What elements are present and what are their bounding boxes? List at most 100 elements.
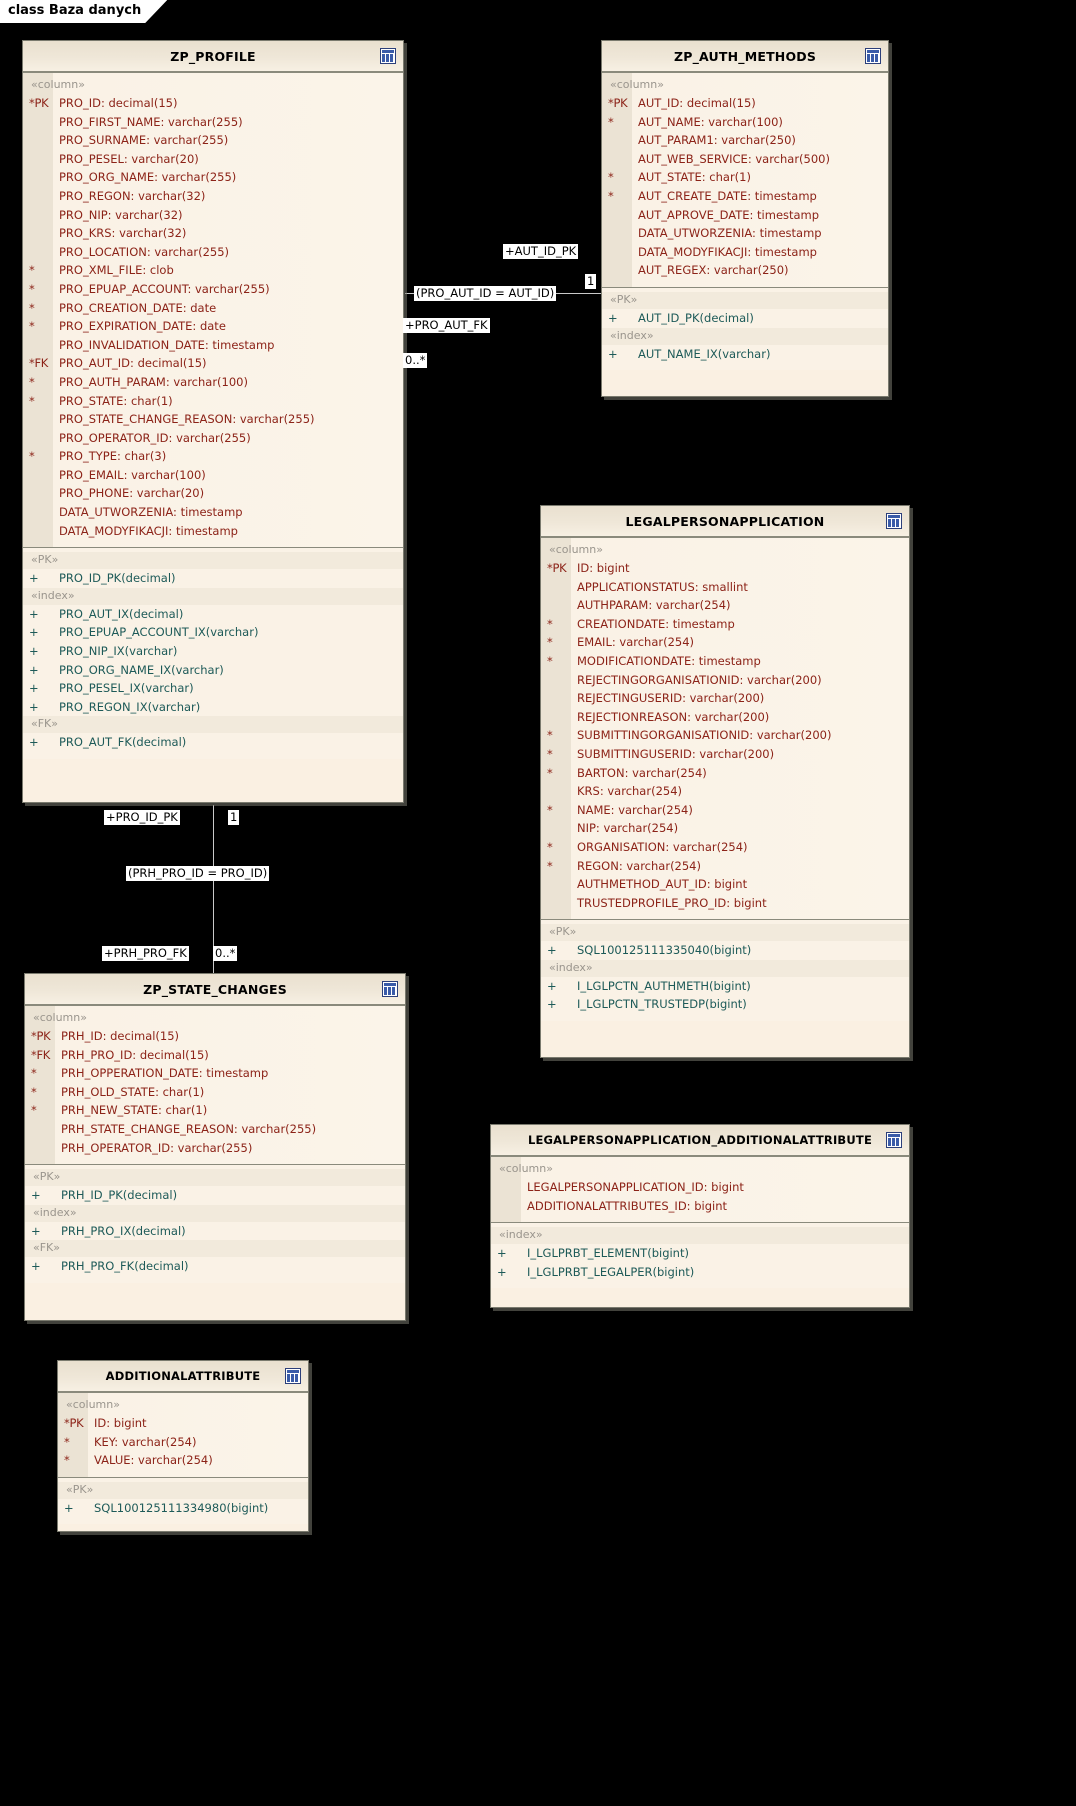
column-row: PRO_OPERATOR_ID: varchar(255): [59, 430, 251, 445]
class-box-zp-auth-methods[interactable]: ZP_AUTH_METHODS «column» *PK AUT_ID: deci…: [601, 40, 889, 397]
column-row: PRO_SURNAME: varchar(255): [59, 133, 229, 148]
feature-row: + AUT_ID_PK(decimal): [608, 310, 754, 325]
compartment-keys-zp-profile: «PK» + PRO_ID_PK(decimal) «index» + PRO_AU…: [23, 547, 403, 759]
feature-row: + PRO_PESEL_IX(varchar): [29, 681, 194, 696]
stereotype-pk: «PK»: [602, 291, 888, 309]
column-row: PRO_LOCATION: varchar(255): [59, 244, 230, 259]
table-icon: [285, 1368, 301, 1384]
connector-label-pro-aut-condition: (PRO_AUT_ID = AUT_ID): [414, 286, 557, 301]
table-icon: [865, 48, 881, 64]
column-row: * VALUE: varchar(254): [64, 1453, 213, 1468]
feature-row: + PRO_ORG_NAME_IX(varchar): [29, 662, 224, 677]
stereotype-index: «index»: [25, 1204, 405, 1222]
connector-label-prh-pro-fk: +PRH_PRO_FK: [102, 946, 189, 961]
class-title-bar-zp-profile: ZP_PROFILE: [23, 41, 403, 72]
column-row: PRO_ORG_NAME: varchar(255): [59, 170, 237, 185]
column-row: PRO_INVALIDATION_DATE: timestamp: [59, 337, 275, 352]
class-title-bar-legalpersonapplication: LEGALPERSONAPPLICATION: [541, 506, 909, 537]
column-row: DATA_MODYFIKACJI: timestamp: [638, 244, 817, 259]
feature-row: + PRO_EPUAP_ACCOUNT_IX(varchar): [29, 625, 259, 640]
column-row: * PRO_XML_FILE: clob: [29, 263, 174, 278]
column-row: DATA_UTWORZENIA: timestamp: [638, 226, 822, 241]
stereotype-column: «column»: [549, 543, 603, 556]
class-box-zp-state-changes[interactable]: ZP_STATE_CHANGES «column» *PK PRH_ID: dec…: [24, 973, 406, 1321]
connector-label-aut-multiplicity: 1: [585, 274, 597, 289]
table-icon: [886, 1132, 902, 1148]
class-box-zp-profile[interactable]: ZP_PROFILE «column» *PK PRO_ID: decimal(1…: [22, 40, 404, 803]
compartment-keys-legalpersonapplication: «PK» + SQL100125111335040(bigint) «index»…: [541, 919, 909, 1022]
class-title-bar-zp-state-changes: ZP_STATE_CHANGES: [25, 974, 405, 1005]
column-row: * PRO_CREATION_DATE: date: [29, 300, 217, 315]
compartment-columns-legalpersonapplication: «column» *PK ID: bigint APPLICATIONSTATUS…: [541, 537, 909, 920]
column-row: * BARTON: varchar(254): [547, 765, 707, 780]
column-row: ADDITIONALATTRIBUTES_ID: bigint: [527, 1198, 727, 1213]
column-row: * PRH_NEW_STATE: char(1): [31, 1103, 208, 1118]
class-box-lpa-additionalattribute[interactable]: LEGALPERSONAPPLICATION_ADDITIONALATTRIBU…: [490, 1124, 910, 1308]
stereotype-column: «column»: [31, 78, 85, 91]
column-row: DATA_UTWORZENIA: timestamp: [59, 505, 243, 520]
column-row: * MODIFICATIONDATE: timestamp: [547, 653, 761, 668]
column-row: * EMAIL: varchar(254): [547, 635, 695, 650]
connector-label-pro-multiplicity: 1: [228, 810, 240, 825]
feature-row: + PRO_AUT_IX(decimal): [29, 606, 184, 621]
column-row: *PK AUT_ID: decimal(15): [608, 96, 756, 110]
column-row: * PRO_EPUAP_ACCOUNT: varchar(255): [29, 281, 270, 296]
feature-row: + I_LGLPRBT_LEGALPER(bigint): [497, 1264, 695, 1279]
column-row: * PRH_OLD_STATE: char(1): [31, 1084, 205, 1099]
column-row: DATA_MODYFIKACJI: timestamp: [59, 523, 238, 538]
column-row: * AUT_STATE: char(1): [608, 170, 751, 185]
column-row: AUT_PARAM1: varchar(250): [638, 133, 796, 148]
connector-label-pro-aut-multiplicity: 0..*: [403, 353, 428, 368]
column-row: * PRO_TYPE: char(3): [29, 449, 167, 464]
connector-label-aut-id-pk: +AUT_ID_PK: [503, 244, 579, 259]
feature-row: + SQL100125111335040(bigint): [547, 943, 752, 958]
column-row: * ORGANISATION: varchar(254): [547, 839, 748, 854]
column-row: PRH_OPERATOR_ID: varchar(255): [61, 1140, 253, 1155]
column-row: AUT_REGEX: varchar(250): [638, 263, 789, 278]
column-row: * CREATIONDATE: timestamp: [547, 616, 735, 631]
connector-label-prh-multiplicity: 0..*: [213, 946, 238, 961]
compartment-columns-zp-state-changes: «column» *PK PRH_ID: decimal(15) *FK PRH_P…: [25, 1005, 405, 1165]
column-row: *PK ID: bigint: [64, 1416, 147, 1430]
class-title-additionalattribute: ADDITIONALATTRIBUTE: [105, 1369, 261, 1383]
class-box-legalpersonapplication[interactable]: LEGALPERSONAPPLICATION «column» *PK ID: b…: [540, 505, 910, 1058]
column-row: * PRH_OPPERATION_DATE: timestamp: [31, 1066, 269, 1081]
compartment-keys-lpa-additionalattribute: «index» + I_LGLPRBT_ELEMENT(bigint) + I_LG…: [491, 1222, 909, 1289]
column-row: *FK PRH_PRO_ID: decimal(15): [31, 1047, 209, 1062]
connector-label-pro-id-pk: +PRO_ID_PK: [104, 810, 180, 825]
column-row: * AUT_NAME: varchar(100): [608, 114, 783, 129]
class-title-bar-lpa-additionalattribute: LEGALPERSONAPPLICATION_ADDITIONALATTRIBU…: [491, 1125, 909, 1156]
column-row: *FK PRO_AUT_ID: decimal(15): [29, 356, 207, 371]
column-row: * REGON: varchar(254): [547, 858, 701, 873]
column-row: * SUBMITTINGORGANISATIONID: varchar(200): [547, 728, 832, 743]
compartment-keys-zp-state-changes: «PK» + PRH_ID_PK(decimal) «index» + PRH_PR…: [25, 1164, 405, 1283]
column-row: APPLICATIONSTATUS: smallint: [577, 579, 748, 594]
class-box-additionalattribute[interactable]: ADDITIONALATTRIBUTE «column» *PK ID: bigi…: [57, 1360, 309, 1532]
stereotype-fk: «FK»: [23, 716, 403, 734]
stereotype-fk: «FK»: [25, 1240, 405, 1258]
column-row: PRH_STATE_CHANGE_REASON: varchar(255): [61, 1121, 317, 1136]
stereotype-pk: «PK»: [25, 1169, 405, 1187]
class-title-bar-zp-auth-methods: ZP_AUTH_METHODS: [602, 41, 888, 72]
diagram-frame-label: class Baza danych: [0, 0, 167, 23]
column-row: PRO_FIRST_NAME: varchar(255): [59, 114, 243, 129]
table-icon: [380, 48, 396, 64]
column-row: *PK ID: bigint: [547, 561, 630, 575]
stereotype-index: «index»: [602, 327, 888, 345]
column-row: * NAME: varchar(254): [547, 802, 693, 817]
class-title-lpa-additionalattribute: LEGALPERSONAPPLICATION_ADDITIONALATTRIBU…: [527, 1133, 873, 1147]
class-title-bar-additionalattribute: ADDITIONALATTRIBUTE: [58, 1361, 308, 1392]
column-row: *PK PRO_ID: decimal(15): [29, 96, 178, 110]
stereotype-pk: «PK»: [541, 924, 909, 942]
stereotype-pk: «PK»: [23, 552, 403, 570]
column-row: * PRO_AUTH_PARAM: varchar(100): [29, 374, 248, 389]
compartment-columns-additionalattribute: «column» *PK ID: bigint * KEY: varchar(254…: [58, 1392, 308, 1477]
feature-row: + PRH_PRO_FK(decimal): [31, 1259, 189, 1274]
column-row: PRO_PESEL: varchar(20): [59, 151, 199, 166]
feature-row: + AUT_NAME_IX(varchar): [608, 346, 771, 361]
feature-row: + SQL100125111334980(bigint): [64, 1500, 269, 1515]
column-row: PRO_EMAIL: varchar(100): [59, 467, 206, 482]
stereotype-column: «column»: [499, 1162, 553, 1175]
stereotype-index: «index»: [491, 1227, 909, 1245]
feature-row: + I_LGLPCTN_TRUSTEDP(bigint): [547, 997, 747, 1012]
